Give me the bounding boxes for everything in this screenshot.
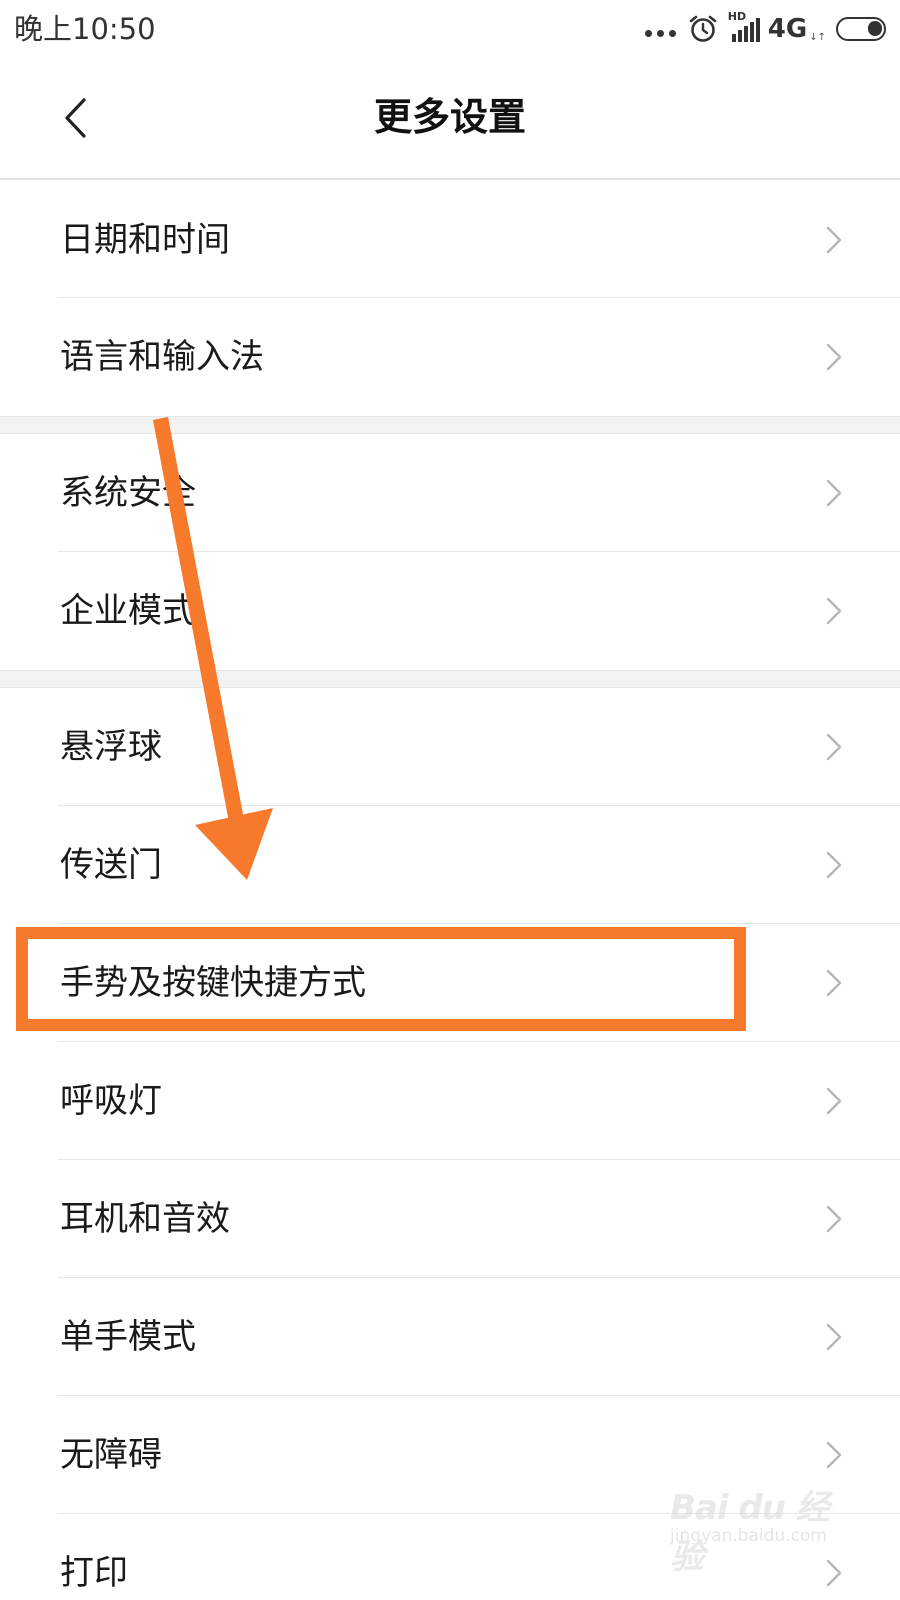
status-time: 晚上10:50 (14, 12, 156, 46)
menu-item-label: 系统安全 (60, 473, 196, 513)
menu-item-accessibility[interactable]: 无障碍 (0, 1396, 900, 1514)
chevron-right-icon (826, 343, 842, 371)
menu-item-label: 呼吸灯 (60, 1081, 162, 1121)
chevron-right-icon (826, 851, 842, 879)
group-separator (0, 670, 900, 688)
menu-item-enterprise-mode[interactable]: 企业模式 (0, 552, 900, 670)
menu-item-date-time[interactable]: 日期和时间 (0, 181, 900, 299)
network-type: 4G (767, 14, 808, 44)
menu-item-label: 无障碍 (60, 1435, 162, 1475)
chevron-right-icon (826, 226, 842, 254)
menu-item-system-security[interactable]: 系统安全 (0, 434, 900, 552)
menu-item-headphones-audio[interactable]: 耳机和音效 (0, 1160, 900, 1278)
chevron-right-icon (826, 1323, 842, 1351)
menu-item-language-input[interactable]: 语言和输入法 (0, 298, 900, 416)
menu-item-label: 传送门 (60, 845, 162, 885)
network-activity-icon: ↓↑ (809, 31, 826, 43)
menu-item-floating-ball[interactable]: 悬浮球 (0, 688, 900, 806)
menu-item-breathing-light[interactable]: 呼吸灯 (0, 1042, 900, 1160)
group-separator (0, 416, 900, 434)
alarm-icon (689, 15, 717, 42)
chevron-right-icon (826, 597, 842, 625)
menu-item-one-handed-mode[interactable]: 单手模式 (0, 1278, 900, 1396)
page-title: 更多设置 (373, 95, 526, 139)
chevron-right-icon (826, 733, 842, 761)
chevron-right-icon (826, 1441, 842, 1469)
screen: 晚上10:50 HD 4G ↓↑ 更多设置 日期和时间 语言和输入法 系统安全 … (0, 0, 900, 1600)
chevron-right-icon (826, 1559, 842, 1587)
signal-icon: HD (728, 10, 762, 44)
battery-icon (836, 17, 886, 41)
menu-item-label: 耳机和音效 (60, 1199, 230, 1239)
menu-item-portal[interactable]: 传送门 (0, 806, 900, 924)
menu-item-gestures-shortcuts[interactable]: 手势及按键快捷方式 (0, 924, 900, 1042)
chevron-right-icon (826, 479, 842, 507)
chevron-right-icon (826, 1087, 842, 1115)
menu-item-label: 语言和输入法 (60, 337, 264, 377)
chevron-right-icon (826, 969, 842, 997)
menu-item-label: 打印 (60, 1553, 128, 1593)
menu-item-print[interactable]: 打印 (0, 1514, 900, 1600)
title-bar: 更多设置 (0, 58, 900, 180)
status-icons: HD 4G ↓↑ (644, 10, 886, 48)
menu-item-label: 单手模式 (60, 1317, 196, 1357)
menu-item-label: 企业模式 (60, 591, 196, 631)
chevron-right-icon (826, 1205, 842, 1233)
menu-item-label: 手势及按键快捷方式 (60, 963, 366, 1003)
status-bar: 晚上10:50 HD 4G ↓↑ (0, 0, 900, 58)
more-dots-icon (644, 29, 676, 37)
menu-item-label: 悬浮球 (60, 727, 162, 767)
menu-item-label: 日期和时间 (60, 220, 230, 260)
